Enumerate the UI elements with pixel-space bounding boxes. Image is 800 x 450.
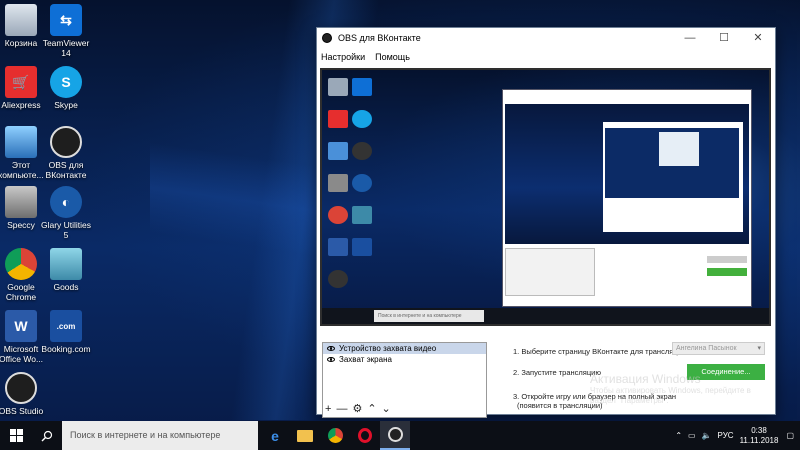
source-item-screen-capture[interactable]: Захват экрана [323, 354, 486, 365]
booking-icon: .com [50, 310, 82, 342]
activation-subtitle: Чтобы активировать Windows, перейдите в … [590, 386, 751, 405]
search-icon[interactable] [32, 430, 62, 442]
move-down-button[interactable]: ⌄ [382, 402, 391, 415]
preview-desktop: Поиск в интернете и на компьютере [322, 70, 769, 324]
desktop-icon-label: Skype [54, 100, 78, 110]
chrome-icon [327, 428, 343, 443]
obs-studio-icon [5, 372, 37, 404]
desktop-icon-label: Glary Utilities 5 [40, 220, 92, 240]
window-title: OBS для ВКонтакте [338, 33, 421, 43]
teamviewer-icon: ⇆ [50, 4, 82, 36]
obs-window: OBS для ВКонтакте — ☐ ✕ Настройки Помощь [316, 27, 776, 418]
preview-icons-column [352, 74, 372, 270]
eye-icon[interactable] [327, 346, 335, 351]
gear-icon[interactable]: ⚙ [352, 402, 362, 415]
source-item-video-capture[interactable]: Устройство захвата видео [323, 343, 486, 354]
desktop-icon-skype[interactable]: S Skype [33, 66, 99, 110]
step-1-label: 1. Выберите страницу ВКонтакте для транс… [513, 347, 686, 356]
desktop-icon-label: OBS для ВКонтакте [45, 160, 87, 180]
desktop-icon-obs-vk[interactable]: OBS для ВКонтакте [33, 126, 99, 180]
desktop-icon-obs-studio[interactable]: OBS Studio [0, 372, 54, 416]
desktop-icon-label: Goods [53, 282, 79, 292]
obs-icon [387, 427, 403, 442]
remove-source-button[interactable]: — [336, 403, 347, 415]
taskbar-edge[interactable]: e [260, 421, 290, 450]
desktop-icon-glary-utilities[interactable]: ◐ Glary Utilities 5 [33, 186, 99, 240]
sources-toolbar: + — ⚙ ⌃ ⌄ [325, 402, 396, 416]
goods-icon [50, 248, 82, 280]
preview-search-box: Поиск в интернете и на компьютере [374, 310, 484, 322]
network-icon[interactable]: ▭ [688, 431, 696, 440]
edge-icon: e [271, 427, 279, 444]
clock-time: 0:38 [751, 425, 767, 435]
nested-obs-window [502, 89, 752, 307]
notifications-icon[interactable]: ▢ [786, 431, 794, 440]
source-item-label: Захват экрана [339, 355, 392, 364]
menubar: Настройки Помощь [317, 48, 775, 66]
windows-logo-icon [9, 429, 23, 442]
clock-date: 11.11.2018 [739, 435, 779, 445]
step-2-label: 2. Запустите трансляцию [513, 368, 601, 377]
menu-help[interactable]: Помощь [375, 52, 410, 62]
vk-page-select-value: Ангелина Пасынок [676, 345, 737, 352]
maximize-button[interactable]: ☐ [707, 28, 741, 48]
desktop-icon-label: OBS Studio [0, 406, 44, 416]
desktop-icon-label: TeamViewer 14 [42, 38, 90, 58]
desktop-icon-goods[interactable]: Goods [33, 248, 99, 292]
folder-icon [297, 429, 313, 442]
preview-icons-column [328, 74, 348, 302]
stream-preview: Поиск в интернете и на компьютере [320, 68, 771, 326]
activation-title: Активация Windows [590, 372, 701, 386]
preview-taskbar: Поиск в интернете и на компьютере [322, 308, 769, 324]
taskbar-explorer[interactable] [290, 421, 320, 450]
close-button[interactable]: ✕ [741, 28, 775, 48]
taskbar-search-input[interactable]: Поиск в интернете и на компьютере [62, 421, 258, 450]
language-indicator[interactable]: РУС [718, 431, 734, 440]
vk-page-select[interactable]: Ангелина Пасынок ▾ [672, 342, 765, 355]
clock[interactable]: 0:38 11.11.2018 [740, 426, 779, 446]
activation-watermark: Активация Windows Чтобы активировать Win… [590, 372, 760, 406]
desktop-icon-teamviewer[interactable]: ⇆ TeamViewer 14 [33, 4, 99, 58]
move-up-button[interactable]: ⌃ [367, 402, 376, 415]
window-titlebar[interactable]: OBS для ВКонтакте — ☐ ✕ [317, 28, 775, 48]
sources-panel: Устройство захвата видео Захват экрана +… [322, 342, 487, 418]
start-button[interactable] [0, 421, 32, 450]
chevron-down-icon: ▾ [757, 345, 761, 352]
chevron-up-icon[interactable]: ⌃ [675, 431, 682, 440]
taskbar: Поиск в интернете и на компьютере e ⌃ ▭ … [0, 421, 800, 450]
menu-settings[interactable]: Настройки [321, 52, 365, 62]
desktop-icon-label: Booking.com [41, 344, 91, 354]
glary-utilities-icon: ◐ [50, 186, 82, 218]
taskbar-obs[interactable] [380, 421, 410, 450]
source-item-label: Устройство захвата видео [339, 344, 437, 353]
eye-icon[interactable] [327, 357, 335, 362]
obs-icon [50, 126, 82, 158]
obs-logo-icon [322, 33, 332, 43]
opera-icon [358, 428, 372, 443]
desktop-icon-booking[interactable]: .com Booking.com [33, 310, 99, 354]
skype-icon: S [50, 66, 82, 98]
add-source-button[interactable]: + [325, 403, 331, 415]
minimize-button[interactable]: — [673, 28, 707, 48]
taskbar-opera[interactable] [350, 421, 380, 450]
volume-icon[interactable]: 🔈 [702, 431, 712, 440]
taskbar-chrome[interactable] [320, 421, 350, 450]
system-tray: ⌃ ▭ 🔈 РУС 0:38 11.11.2018 ▢ [675, 421, 800, 450]
